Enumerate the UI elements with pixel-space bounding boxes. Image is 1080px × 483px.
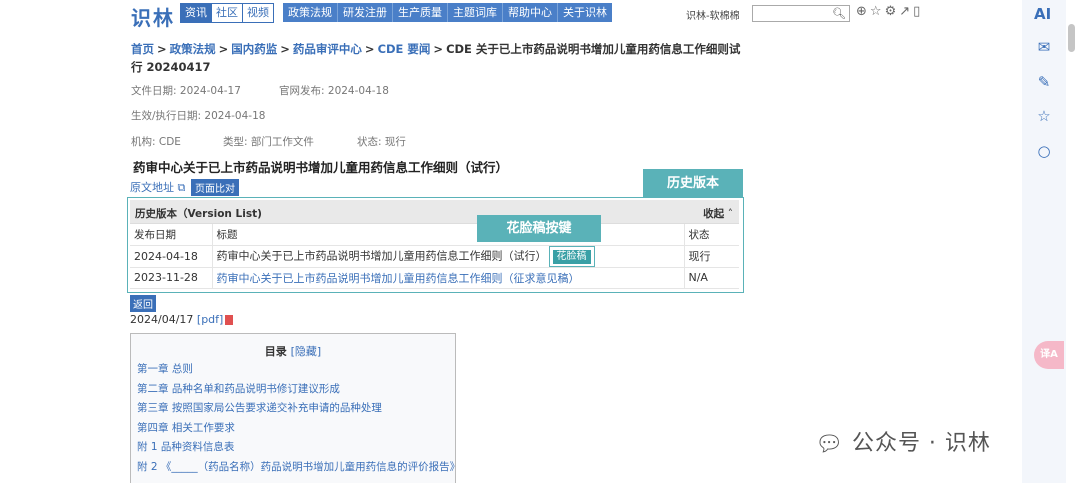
original-url-link[interactable]: 原文地址 ⧉ <box>130 179 185 195</box>
toc-item[interactable]: 附 1 品种资料信息表 <box>137 438 460 458</box>
content-type-tabs: 资讯 社区 视频 <box>180 3 274 23</box>
ai-assistant-button[interactable]: AI <box>1034 5 1051 23</box>
face-draft-callout: 花脸稿按键 <box>477 215 601 242</box>
file-date: 2024-04-17 <box>179 85 241 97</box>
tab-video[interactable]: 视频 <box>243 4 273 22</box>
translate-button[interactable]: 译A <box>1034 341 1064 369</box>
toc-title: 目录 <box>264 345 287 358</box>
wechat-watermark: 💬︎ 公众号 · 识林 <box>815 425 991 457</box>
site-logo[interactable]: 识林 <box>131 2 175 31</box>
edit-icon[interactable]: ✎ <box>1034 72 1054 92</box>
mail-icon[interactable]: ✉ <box>1034 37 1054 57</box>
table-row: 2023-11-28 药审中心关于已上市药品说明书增加儿童用药信息工作细则（征求… <box>130 267 739 289</box>
nav-about[interactable]: 关于识林 <box>558 3 612 22</box>
face-draft-button[interactable]: 花脸稿 <box>552 249 591 264</box>
org-label: 机构: <box>131 136 156 148</box>
breadcrumb-home[interactable]: 首页 <box>131 42 154 56</box>
row-date: 2024-04-18 <box>130 245 212 268</box>
breadcrumb-policy[interactable]: 政策法规 <box>170 42 216 56</box>
external-link-icon: ⧉ <box>177 181 186 194</box>
table-of-contents: 目录 [隐藏] 第一章 总则 第二章 品种名单和药品说明书修订建议形成 第三章 … <box>130 333 460 483</box>
nav-rd-registration[interactable]: 研发注册 <box>338 3 393 22</box>
org-value: CDE <box>158 136 181 148</box>
header-status: 状态 <box>683 224 739 246</box>
search-icon[interactable]: 🔍︎ <box>832 7 846 20</box>
breadcrumb-domestic[interactable]: 国内药监 <box>231 42 277 56</box>
row-status: 现行 <box>683 245 739 268</box>
back-button[interactable]: 返回 <box>130 295 156 312</box>
scrollbar-thumb[interactable] <box>1068 24 1075 52</box>
status-label: 状态: <box>357 136 382 148</box>
table-row: 2024-04-18 药审中心关于已上市药品说明书增加儿童用药信息工作细则（试行… <box>130 245 739 268</box>
document-date: 2024/04/17 <box>130 313 194 326</box>
page-compare-button[interactable]: 页面比对 <box>191 179 239 196</box>
breadcrumb-cde[interactable]: 药品审评中心 <box>293 42 362 56</box>
search-input[interactable]: 🔍︎ <box>752 5 850 22</box>
toc-list: 第一章 总则 第二章 品种名单和药品说明书修订建议形成 第三章 按照国家局公告要… <box>137 360 460 477</box>
breadcrumb: 首页 > 政策法规 > 国内药监 > 药品审评中心 > CDE 要闻 > CDE 关于已上市药品说明… <box>131 42 741 74</box>
gear-icon[interactable]: ⚙ <box>885 4 897 19</box>
publish-date: 2024-04-18 <box>327 85 389 97</box>
type-label: 类型: <box>223 136 248 148</box>
chevron-up-icon: ˄ <box>727 208 733 220</box>
history-header: 历史版本（Version List) 收起 ˄ <box>130 200 739 224</box>
wechat-icon: 💬︎ <box>815 431 844 457</box>
nav-help-center[interactable]: 帮助中心 <box>503 3 558 22</box>
toolbar-icons: ⊕ ☆ ⚙ ↗ ▯ <box>856 4 920 19</box>
effective-label: 生效/执行日期: <box>131 110 202 122</box>
status-value: 现行 <box>384 136 406 148</box>
toc-hide-button[interactable]: [隐藏] <box>291 345 322 358</box>
header-date: 发布日期 <box>130 224 212 246</box>
tab-community[interactable]: 社区 <box>212 4 243 22</box>
row-title-link[interactable]: 药审中心关于已上市药品说明书增加儿童用药信息工作细则（征求意见稿） <box>217 272 580 285</box>
main-nav: 政策法规 研发注册 生产质量 主题词库 帮助中心 关于识林 <box>283 3 612 22</box>
right-sidebar: AI ✉ ✎ ☆ ○ <box>1022 0 1066 483</box>
row-date: 2023-11-28 <box>130 267 212 289</box>
toc-item[interactable]: 附 2 《_____（药品名称）药品说明书增加儿童用药信息的评价报告》 <box>137 458 460 478</box>
toc-header: 目录 [隐藏] <box>131 343 455 359</box>
history-version-callout: 历史版本 <box>643 169 743 198</box>
comment-icon[interactable]: ○ <box>1034 141 1054 161</box>
publish-label: 官网发布: <box>279 85 325 97</box>
zoom-icon[interactable]: ⊕ <box>856 4 867 19</box>
star-icon[interactable]: ☆ <box>1034 106 1054 126</box>
face-draft-button-wrap: 花脸稿 <box>548 245 595 267</box>
table-header-row: 发布日期 标题 状态 <box>130 224 739 246</box>
document-date-line: 2024/04/17 [pdf] <box>130 313 234 326</box>
history-version-panel: 历史版本（Version List) 收起 ˄ 发布日期 标题 状态 2024-… <box>127 197 744 293</box>
toc-item[interactable]: 第三章 按照国家局公告要求递交补充申请的品种处理 <box>137 399 460 419</box>
row-title: 药审中心关于已上市药品说明书增加儿童用药信息工作细则（试行） <box>216 249 547 262</box>
toc-item[interactable]: 第一章 总则 <box>137 360 460 380</box>
header-title: 标题 <box>211 224 684 246</box>
pdf-link[interactable]: [pdf] <box>197 313 223 326</box>
history-table: 发布日期 标题 状态 2024-04-18 药审中心关于已上市药品说明书增加儿童… <box>130 224 739 289</box>
page-title: 药审中心关于已上市药品说明书增加儿童用药信息工作细则（试行） <box>133 160 509 175</box>
file-date-label: 文件日期: <box>131 85 177 97</box>
row-status: N/A <box>683 267 739 289</box>
watermark-text: 公众号 · 识林 <box>851 431 991 456</box>
nav-topic-glossary[interactable]: 主题词库 <box>448 3 503 22</box>
pdf-icon[interactable] <box>225 315 234 325</box>
toc-item[interactable]: 第四章 相关工作要求 <box>137 419 460 439</box>
mobile-icon[interactable]: ▯ <box>913 4 920 19</box>
star-icon[interactable]: ☆ <box>870 4 882 19</box>
type-value: 部门工作文件 <box>250 136 314 148</box>
history-collapse-button[interactable]: 收起 ˄ <box>703 206 733 221</box>
effective-date: 2024-04-18 <box>204 110 266 122</box>
history-title: 历史版本（Version List) <box>135 208 262 220</box>
nav-production-quality[interactable]: 生产质量 <box>393 3 448 22</box>
user-name[interactable]: 识林-软棉棉 <box>686 7 740 22</box>
tab-news[interactable]: 资讯 <box>181 4 212 22</box>
breadcrumb-cde-news[interactable]: CDE 要闻 <box>378 42 431 56</box>
nav-policy[interactable]: 政策法规 <box>283 3 338 22</box>
toc-item[interactable]: 第二章 品种名单和药品说明书修订建议形成 <box>137 380 460 400</box>
share-icon[interactable]: ↗ <box>899 4 910 19</box>
